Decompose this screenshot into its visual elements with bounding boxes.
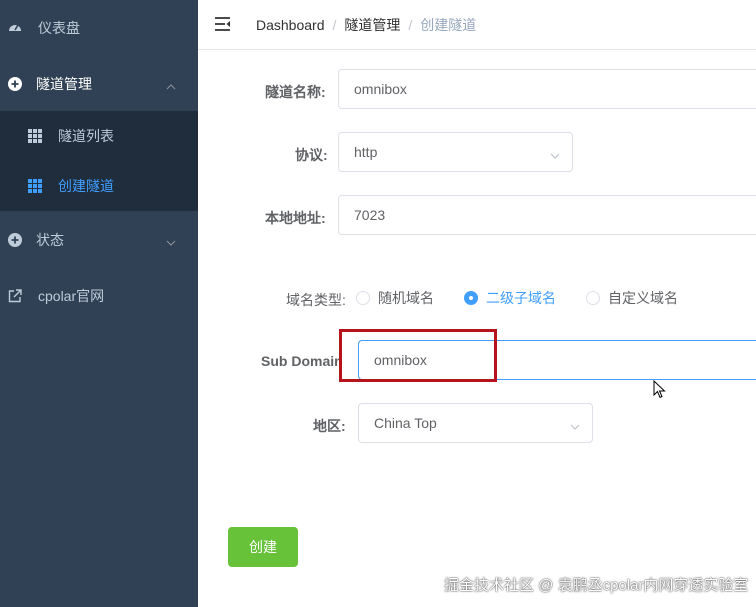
region-label: 地区: xyxy=(313,418,346,434)
breadcrumb: Dashboard / 隧道管理 / 创建隧道 xyxy=(256,15,476,35)
top-navbar: Dashboard / 隧道管理 / 创建隧道 xyxy=(198,0,756,50)
sidebar-item-label: 状态 xyxy=(36,232,64,248)
chevron-up-icon xyxy=(166,79,176,90)
radio-subdomain[interactable]: 二级子域名 xyxy=(464,288,556,308)
dashboard-icon xyxy=(8,21,22,35)
breadcrumb-dashboard[interactable]: Dashboard xyxy=(256,17,325,33)
create-button[interactable]: 创建 xyxy=(228,527,298,567)
domain-type-label: 域名类型: xyxy=(286,292,346,308)
radio-label: 随机域名 xyxy=(378,290,434,306)
sidebar-subitem-create-tunnel[interactable]: 创建隧道 xyxy=(0,161,198,211)
protocol-select[interactable]: http xyxy=(338,132,573,172)
highlight-annotation-box xyxy=(339,329,497,382)
radio-random-domain[interactable]: 随机域名 xyxy=(356,288,434,308)
breadcrumb-tunnel-management[interactable]: 隧道管理 xyxy=(344,15,400,35)
breadcrumb-separator: / xyxy=(408,17,413,33)
local-address-label: 本地地址: xyxy=(265,210,326,226)
sidebar-item-tunnel-management[interactable]: 隧道管理 xyxy=(0,56,198,112)
radio-label: 二级子域名 xyxy=(486,290,556,306)
sidebar-subitem-tunnel-list[interactable]: 隧道列表 xyxy=(0,111,198,161)
sidebar-item-label: 仪表盘 xyxy=(38,20,80,36)
plus-circle-icon xyxy=(8,233,22,247)
protocol-label: 协议: xyxy=(295,147,328,163)
sidebar-subitem-label: 隧道列表 xyxy=(58,128,114,144)
chevron-down-icon xyxy=(550,148,560,159)
local-address-input[interactable]: 7023 xyxy=(338,195,756,235)
breadcrumb-separator: / xyxy=(332,17,337,33)
plus-circle-icon xyxy=(8,77,22,91)
sidebar: 仪表盘 隧道管理 隧道列表 创建隧道 状态 cpolar官网 xyxy=(0,0,198,607)
radio-label: 自定义域名 xyxy=(608,290,678,306)
sidebar-item-cpolar-site[interactable]: cpolar官网 xyxy=(0,268,198,324)
mouse-cursor-icon xyxy=(653,379,667,400)
grid-icon xyxy=(28,179,42,193)
chevron-down-icon xyxy=(166,235,176,246)
tunnel-name-label: 隧道名称: xyxy=(265,84,326,100)
sidebar-subitem-label: 创建隧道 xyxy=(58,178,114,194)
radio-circle xyxy=(356,291,370,305)
protocol-value: http xyxy=(354,144,378,160)
hamburger-menu-icon[interactable] xyxy=(214,15,232,33)
external-link-icon xyxy=(8,289,22,303)
domain-type-radio-group: 随机域名 二级子域名 自定义域名 xyxy=(356,288,708,308)
breadcrumb-create-tunnel: 创建隧道 xyxy=(420,17,477,33)
local-address-value: 7023 xyxy=(354,207,386,223)
sidebar-item-status[interactable]: 状态 xyxy=(0,212,198,268)
sidebar-item-dashboard[interactable]: 仪表盘 xyxy=(0,0,198,56)
chevron-down-icon xyxy=(570,419,580,430)
tunnel-name-value: omnibox xyxy=(354,81,407,97)
radio-circle-checked xyxy=(464,291,478,305)
radio-circle xyxy=(586,291,600,305)
grid-icon xyxy=(28,129,42,143)
tunnel-submenu: 隧道列表 创建隧道 xyxy=(0,111,198,211)
sub-domain-label: Sub Domain xyxy=(261,353,343,369)
region-select[interactable]: China Top xyxy=(358,403,593,443)
sidebar-item-label: cpolar官网 xyxy=(38,288,105,304)
radio-custom-domain[interactable]: 自定义域名 xyxy=(586,288,678,308)
watermark-text: 掘金技术社区 @ 袁鹏丞cpolar内网穿透实验室 xyxy=(444,577,749,594)
sidebar-item-label: 隧道管理 xyxy=(36,76,92,92)
region-value: China Top xyxy=(374,415,437,431)
tunnel-name-input[interactable]: omnibox xyxy=(338,69,756,109)
